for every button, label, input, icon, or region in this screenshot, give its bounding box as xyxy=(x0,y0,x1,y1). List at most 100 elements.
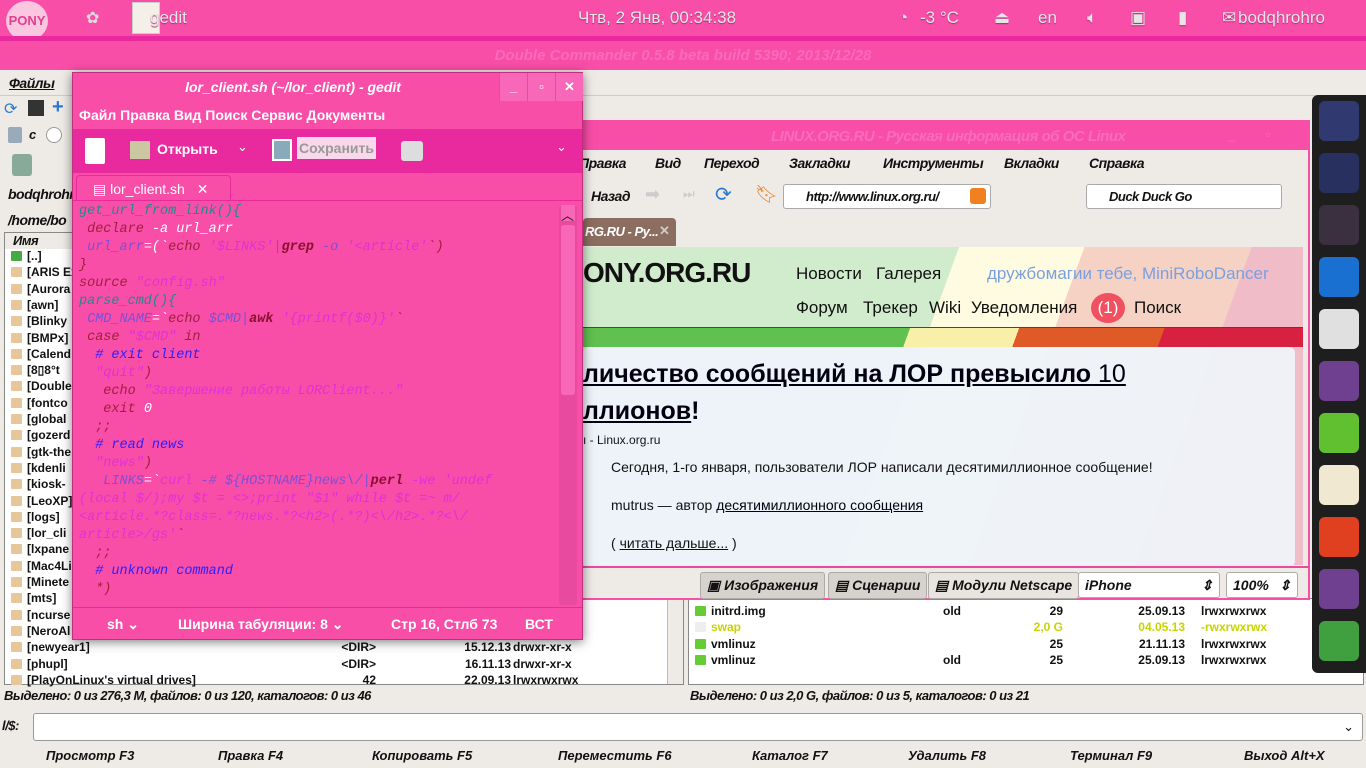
drive-button-icon[interactable] xyxy=(12,154,32,176)
volume-icon[interactable]: 🔈︎ xyxy=(1087,8,1097,28)
right-file-list[interactable]: initrd.img old 29 25.09.13 lrwxrwxrwx swa… xyxy=(688,598,1364,685)
notification-badge[interactable]: (1) xyxy=(1091,293,1125,323)
tab-width-select[interactable]: Ширина табуляции: 8 ⌄ xyxy=(178,616,344,633)
fkey-button[interactable]: Выход Alt+X xyxy=(1244,748,1325,763)
file-row[interactable]: [Minete xyxy=(11,575,69,591)
fkey-button[interactable]: Правка F4 xyxy=(218,748,283,763)
file-row[interactable]: [mts] xyxy=(11,591,56,607)
nav-wiki[interactable]: Wiki xyxy=(929,298,961,318)
toolbar-overflow-icon[interactable]: ⌄ xyxy=(556,139,567,155)
file-row[interactable]: [gozerd xyxy=(11,428,70,444)
images-button[interactable]: ▣ Изображения xyxy=(700,572,826,599)
minimize-button[interactable]: _ xyxy=(499,73,527,101)
open-button[interactable]: Открыть xyxy=(157,141,218,157)
nav-search[interactable]: Поиск xyxy=(1134,298,1181,318)
file-row[interactable]: [PlayOnLinux's virtual drives] 42 22.09.… xyxy=(11,673,661,689)
cdrom-icon[interactable] xyxy=(46,127,62,143)
site-logo[interactable]: ONY.ORG.RU xyxy=(583,257,751,289)
fkey-button[interactable]: Просмотр F3 xyxy=(46,748,134,763)
gimp-icon[interactable] xyxy=(1319,205,1359,245)
skype-icon[interactable] xyxy=(1319,257,1359,297)
browser-menu-item[interactable]: Правка xyxy=(579,155,626,171)
nav-gallery[interactable]: Галерея xyxy=(876,264,941,284)
rss-icon[interactable] xyxy=(970,188,986,204)
eject-icon[interactable]: ⏏ xyxy=(994,8,1010,28)
fkey-button[interactable]: Терминал F9 xyxy=(1070,748,1152,763)
recycle-icon[interactable] xyxy=(1319,621,1359,661)
cmdline-input[interactable]: ⌄ xyxy=(33,713,1363,741)
plugins-button[interactable]: ▤ Модули Netscape xyxy=(928,572,1080,599)
weather[interactable]: -3 °C xyxy=(920,8,959,28)
file-row[interactable]: [kiosk- xyxy=(11,477,66,493)
file-row[interactable]: [global xyxy=(11,412,66,428)
headline-link[interactable]: личество сообщений на ЛОР превысило 10 xyxy=(583,360,1126,389)
left-path[interactable]: /home/bo xyxy=(8,212,67,228)
browser-menu-item[interactable]: Закладки xyxy=(789,155,851,171)
reload-icon[interactable]: ⟳ xyxy=(715,182,732,207)
scripts-button[interactable]: ▤ Сценарии xyxy=(828,572,928,599)
scroll-thumb[interactable] xyxy=(561,225,575,395)
author[interactable]: mutrus xyxy=(611,497,654,513)
double-commander-icon[interactable] xyxy=(1319,517,1359,557)
file-row[interactable]: [awn] xyxy=(11,298,58,314)
file-row[interactable]: [Double xyxy=(11,379,72,395)
tab-lor-client[interactable]: ▤ lor_client.sh ✕ xyxy=(76,175,231,201)
refresh-icon[interactable]: ⟳ xyxy=(4,99,17,119)
file-row[interactable]: [phupl] <DIR> 16.11.13 drwxr-xr-x xyxy=(11,657,661,673)
file-row[interactable]: [BMPx] xyxy=(11,331,68,347)
keyboard-layout[interactable]: en xyxy=(1038,8,1057,28)
message-link[interactable]: десятимиллионного сообщения xyxy=(716,497,923,513)
nav-news[interactable]: Новости xyxy=(796,264,862,284)
file-row[interactable]: [Mac4Li xyxy=(11,559,72,575)
text-editor-icon[interactable] xyxy=(1319,465,1359,505)
file-row[interactable]: [Aurora xyxy=(11,282,70,298)
chat-icon[interactable]: ✉ xyxy=(1222,8,1236,28)
browser-menu-item[interactable]: Справка xyxy=(1089,155,1145,171)
browser-menu-item[interactable]: Переход xyxy=(704,155,760,171)
new-file-icon[interactable] xyxy=(85,138,105,164)
browser-menu-item[interactable]: Инструменты xyxy=(883,155,984,171)
search-field[interactable]: Duck Duck Go xyxy=(1086,184,1282,209)
nav-notifications[interactable]: Уведомления xyxy=(971,298,1077,318)
url-field[interactable]: http://www.linux.org.ru/ xyxy=(783,184,991,209)
maximize-button[interactable]: ▫ xyxy=(527,73,555,101)
gnome-foot-icon[interactable]: ✿ xyxy=(86,8,99,28)
file-row[interactable]: [..] xyxy=(11,249,42,265)
zoom-select[interactable]: 100% ⇕ xyxy=(1226,572,1298,598)
user-agent-select[interactable]: iPhone ⇕ xyxy=(1078,572,1220,598)
network-icon[interactable]: ▣ xyxy=(1130,8,1146,28)
language-select[interactable]: sh ⌄ xyxy=(107,616,139,633)
close-button[interactable]: ✕ xyxy=(555,73,583,101)
gedit-menubar[interactable]: Файл Правка Вид Поиск Сервис Документы xyxy=(79,107,385,123)
fkey-button[interactable]: Переместить F6 xyxy=(558,748,672,763)
skip-icon[interactable]: ⏭ xyxy=(683,186,695,202)
file-row[interactable]: [ARIS Ex xyxy=(11,265,78,281)
file-row[interactable]: initrd.img old 29 25.09.13 lrwxrwxrwx xyxy=(695,604,1295,620)
fkey-button[interactable]: Удалить F8 xyxy=(908,748,986,763)
user-name[interactable]: bodqhrohro xyxy=(1238,8,1325,28)
pony-logo[interactable]: PONY xyxy=(6,1,48,41)
file-row[interactable]: [NeroAl xyxy=(11,624,70,640)
robot-icon[interactable] xyxy=(1319,101,1359,141)
bookmark-icon[interactable]: 🔖︎ xyxy=(755,184,778,205)
file-row[interactable]: [lor_cli xyxy=(11,526,66,542)
browser-menu-item[interactable]: Вкладки xyxy=(1004,155,1059,171)
add-icon[interactable]: + xyxy=(52,96,64,119)
file-row[interactable]: [ncurse xyxy=(11,608,70,624)
battery-icon[interactable]: ▮ xyxy=(1178,8,1187,28)
file-row[interactable]: [newyear1] <DIR> 15.12.13 drwxr-xr-x xyxy=(11,640,661,656)
print-icon[interactable] xyxy=(401,141,423,161)
file-row[interactable]: [gtk-the xyxy=(11,445,71,461)
menu-files[interactable]: Файлы xyxy=(9,75,55,91)
file-row[interactable]: [lxpane xyxy=(11,542,69,558)
file-row[interactable]: [logs] xyxy=(11,510,60,526)
file-row[interactable]: vmlinuz old 25 25.09.13 lrwxrwxrwx xyxy=(695,653,1295,669)
file-row[interactable]: [Blinky xyxy=(11,314,67,330)
browser-tab[interactable]: RG.RU - Ру... ✕ xyxy=(583,218,676,246)
vlc-icon[interactable] xyxy=(1319,309,1359,349)
terminal-icon[interactable] xyxy=(28,100,44,116)
open-folder-icon[interactable] xyxy=(130,141,150,159)
save-button[interactable]: Сохранить xyxy=(297,137,376,159)
file-row[interactable]: swap 2,0 G 04.05.13 -rwxrwxrwx xyxy=(695,620,1295,636)
drive-label[interactable]: c xyxy=(29,127,36,142)
